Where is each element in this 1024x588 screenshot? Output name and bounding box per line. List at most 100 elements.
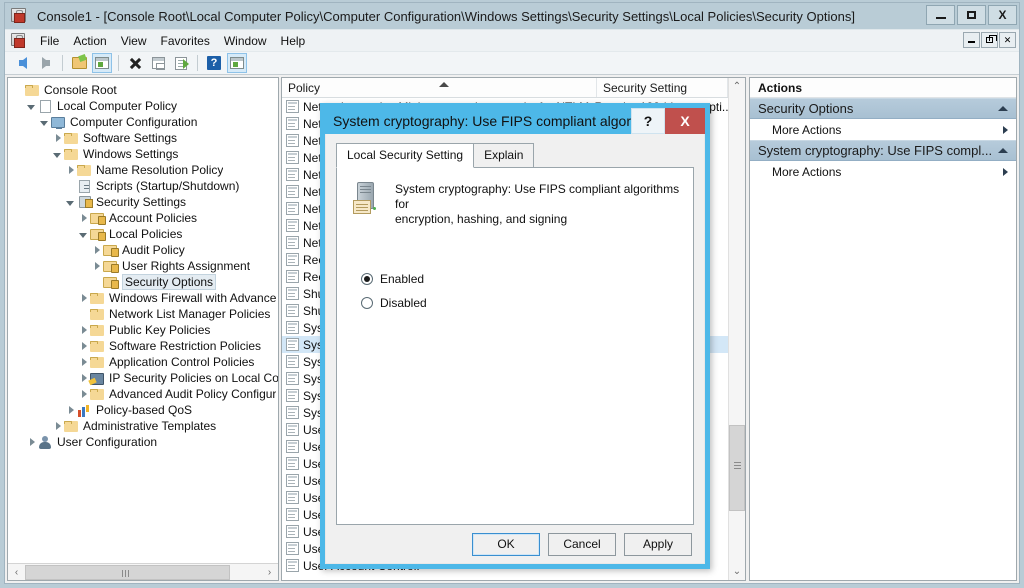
expand-collapse-closed-icon[interactable] (25, 434, 37, 450)
tab-explain[interactable]: Explain (473, 143, 535, 167)
mdi-close-button[interactable]: ✕ (999, 32, 1016, 48)
actions-group-system-cryptography[interactable]: System cryptography: Use FIPS compl... (750, 140, 1016, 161)
tree-node-console-root[interactable]: Console Root (12, 82, 278, 98)
expand-collapse-open-icon[interactable] (25, 98, 37, 114)
action-more-actions-system-cryptography[interactable]: More Actions (750, 161, 1016, 182)
column-header-policy[interactable]: Policy (282, 78, 597, 97)
apply-button[interactable]: Apply (624, 532, 692, 556)
expand-collapse-closed-icon[interactable] (90, 242, 102, 258)
vscroll-track[interactable] (729, 95, 745, 563)
policy-item-icon (286, 389, 299, 402)
tree-node-administrative-templates[interactable]: Administrative Templates (12, 418, 278, 434)
folder-lock-icon (102, 243, 119, 257)
menu-favorites[interactable]: Favorites (154, 32, 217, 50)
tree-node-advanced-audit-policy-configur[interactable]: Advanced Audit Policy Configur (12, 386, 278, 402)
hscroll-track[interactable] (25, 564, 261, 580)
radio-enabled-indicator[interactable] (361, 273, 373, 285)
tree-node-audit-policy[interactable]: Audit Policy (12, 242, 278, 258)
expand-collapse-closed-icon[interactable] (77, 354, 89, 370)
tree-node-user-rights-assignment[interactable]: User Rights Assignment (12, 258, 278, 274)
mdi-minimize-button[interactable] (963, 32, 980, 48)
close-button[interactable]: X (988, 5, 1017, 25)
sort-ascending-icon (439, 82, 449, 87)
tree-node-name-resolution-policy[interactable]: Name Resolution Policy (12, 162, 278, 178)
column-header-security-setting[interactable]: Security Setting (597, 78, 728, 97)
help-icon[interactable]: ? (204, 53, 224, 73)
tree-node-local-policies[interactable]: Local Policies (12, 226, 278, 242)
folder-icon (24, 83, 40, 97)
expand-collapse-closed-icon[interactable] (51, 130, 63, 146)
tree-node-windows-firewall-with-advance[interactable]: Windows Firewall with Advance (12, 290, 278, 306)
scroll-up-icon[interactable]: ⌃ (729, 78, 745, 95)
cancel-button[interactable]: Cancel (548, 532, 616, 556)
radio-disabled-indicator[interactable] (361, 297, 373, 309)
expand-collapse-open-icon[interactable] (77, 226, 89, 242)
tree-horizontal-scrollbar[interactable]: ‹ › (8, 563, 278, 580)
tab-local-security-setting[interactable]: Local Security Setting (336, 143, 475, 168)
show-action-pane-icon[interactable] (227, 53, 247, 73)
menu-file[interactable]: File (33, 32, 66, 50)
forward-icon[interactable] (36, 53, 56, 73)
toolbar-separator (118, 55, 119, 71)
show-hide-console-tree-icon[interactable] (92, 53, 112, 73)
tree-node-scripts-startup-shutdown[interactable]: Scripts (Startup/Shutdown) (12, 178, 278, 194)
ok-button[interactable]: OK (472, 532, 540, 556)
tree-node-ip-security-policies-on-local-cor[interactable]: IP Security Policies on Local Cor (12, 370, 278, 386)
up-one-level-icon[interactable] (69, 53, 89, 73)
monitor-icon (50, 115, 66, 129)
policy-item-icon (286, 236, 299, 249)
folder-icon (63, 419, 79, 433)
maximize-button[interactable] (957, 5, 986, 25)
delete-icon[interactable] (125, 53, 145, 73)
tree-node-local-computer-policy[interactable]: Local Computer Policy (12, 98, 278, 114)
scroll-right-icon[interactable]: › (261, 565, 278, 580)
dialog-close-button[interactable]: X (665, 108, 705, 134)
vscroll-thumb[interactable] (729, 425, 745, 511)
tree-node-windows-settings[interactable]: Windows Settings (12, 146, 278, 162)
menu-action[interactable]: Action (66, 32, 113, 50)
export-list-icon[interactable] (171, 53, 191, 73)
tree-node-network-list-manager-policies[interactable]: Network List Manager Policies (12, 306, 278, 322)
dialog-help-button[interactable]: ? (631, 108, 665, 134)
expand-collapse-closed-icon[interactable] (77, 370, 89, 386)
expand-collapse-closed-icon[interactable] (77, 210, 89, 226)
tree-node-account-policies[interactable]: Account Policies (12, 210, 278, 226)
tree-node-security-settings[interactable]: Security Settings (12, 194, 278, 210)
minimize-button[interactable] (926, 5, 955, 25)
back-icon[interactable] (13, 53, 33, 73)
menu-window[interactable]: Window (217, 32, 274, 50)
tree-node-public-key-policies[interactable]: Public Key Policies (12, 322, 278, 338)
tree-node-security-options[interactable]: Security Options (12, 274, 278, 290)
menu-view[interactable]: View (114, 32, 154, 50)
console-tree[interactable]: Console Root Local Computer Policy Compute… (8, 78, 278, 563)
tree-node-software-restriction-policies[interactable]: Software Restriction Policies (12, 338, 278, 354)
tree-node-user-configuration[interactable]: User Configuration (12, 434, 278, 450)
list-vertical-scrollbar[interactable]: ⌃ ⌄ (728, 78, 745, 580)
hscroll-thumb[interactable] (25, 564, 230, 580)
expand-collapse-closed-icon[interactable] (64, 162, 76, 178)
action-more-actions-security-options[interactable]: More Actions (750, 119, 1016, 140)
radio-disabled[interactable]: Disabled (361, 291, 683, 315)
tree-node-application-control-policies[interactable]: Application Control Policies (12, 354, 278, 370)
expand-collapse-open-icon[interactable] (38, 114, 50, 130)
radio-enabled[interactable]: Enabled (361, 267, 683, 291)
expand-collapse-closed-icon[interactable] (51, 418, 63, 434)
expand-collapse-closed-icon[interactable] (77, 322, 89, 338)
scroll-left-icon[interactable]: ‹ (8, 565, 25, 580)
mdi-restore-button[interactable] (981, 32, 998, 48)
expand-collapse-closed-icon[interactable] (64, 402, 76, 418)
tree-node-software-settings[interactable]: Software Settings (12, 130, 278, 146)
menu-help[interactable]: Help (274, 32, 313, 50)
actions-pane-title: Actions (750, 78, 1016, 98)
properties-icon[interactable] (148, 53, 168, 73)
actions-group-security-options[interactable]: Security Options (750, 98, 1016, 119)
expand-collapse-closed-icon[interactable] (77, 338, 89, 354)
tree-node-computer-configuration[interactable]: Computer Configuration (12, 114, 278, 130)
expand-collapse-open-icon[interactable] (51, 146, 63, 162)
expand-collapse-open-icon[interactable] (64, 194, 76, 210)
expand-collapse-closed-icon[interactable] (77, 386, 89, 402)
expand-collapse-closed-icon[interactable] (77, 290, 89, 306)
scroll-down-icon[interactable]: ⌄ (729, 563, 745, 580)
expand-collapse-closed-icon[interactable] (90, 258, 102, 274)
tree-node-policy-based-qos[interactable]: Policy-based QoS (12, 402, 278, 418)
